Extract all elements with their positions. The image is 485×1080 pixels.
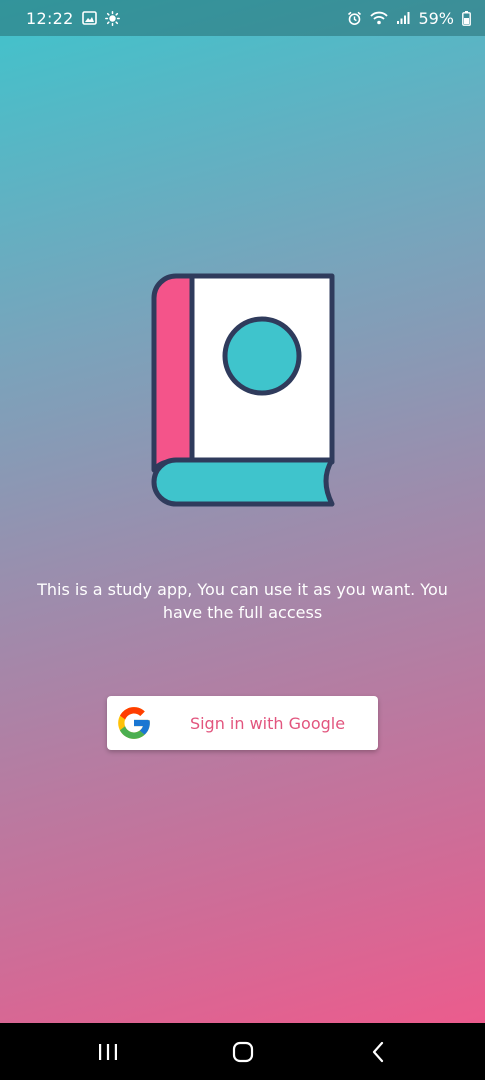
battery-percent: 59% — [418, 8, 454, 28]
alarm-icon — [347, 11, 362, 26]
recent-apps-icon[interactable] — [78, 1032, 138, 1072]
status-left: 12:22 — [26, 9, 120, 28]
signal-icon — [396, 11, 410, 25]
brightness-icon — [104, 10, 120, 26]
sign-in-with-google-button[interactable]: Sign in with Google — [107, 696, 378, 750]
app-description: This is a study app, You can use it as y… — [37, 580, 448, 622]
back-icon[interactable] — [348, 1032, 408, 1072]
status-right: 59% — [347, 9, 471, 28]
image-icon — [81, 11, 97, 25]
battery-icon — [462, 10, 471, 26]
book-icon — [150, 270, 340, 514]
sign-in-label: Sign in with Google — [189, 713, 346, 733]
status-time: 12:22 — [26, 8, 74, 28]
status-bar: 12:22 59% — [0, 0, 485, 36]
wifi-icon — [370, 11, 389, 25]
home-icon[interactable] — [213, 1032, 273, 1072]
system-nav-bar — [0, 1023, 485, 1080]
